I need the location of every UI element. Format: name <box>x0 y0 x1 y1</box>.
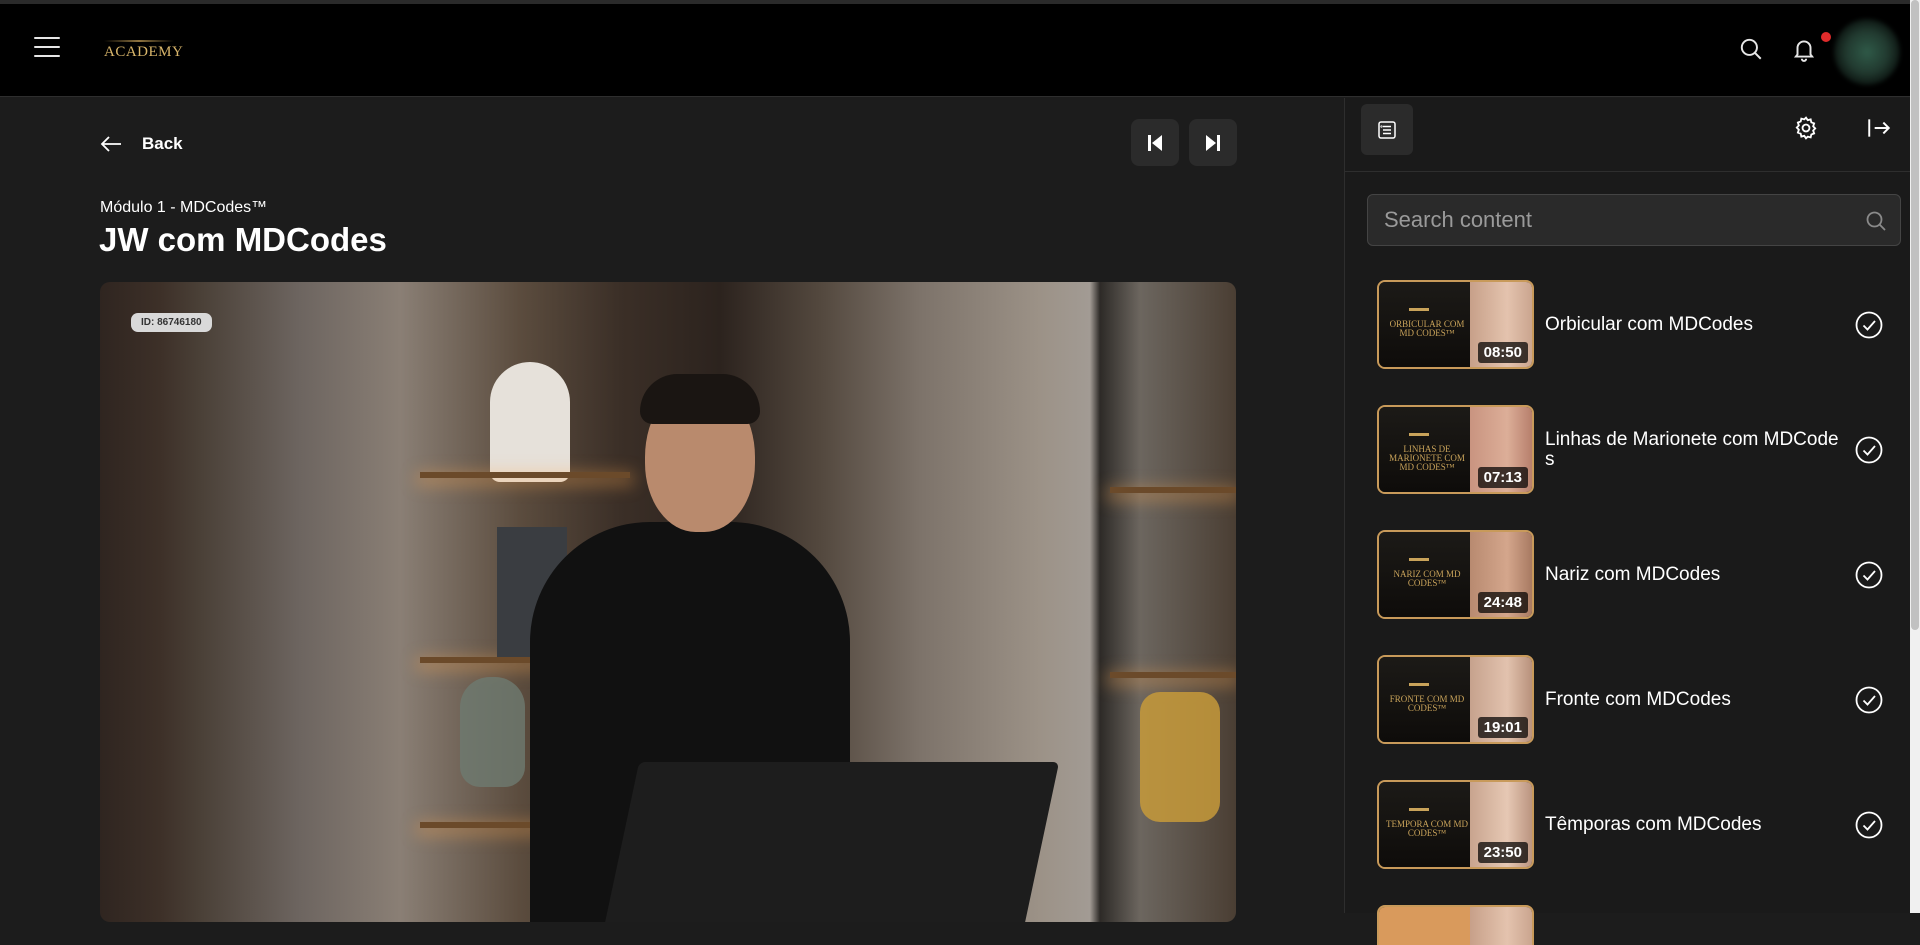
video-scene-deer <box>1140 692 1220 822</box>
lesson-thumbnail[interactable]: ORBICULAR COM MD CODES™ 08:50 <box>1377 280 1534 369</box>
gear-icon[interactable] <box>1793 115 1819 141</box>
lesson-duration: 23:50 <box>1477 842 1528 863</box>
bell-icon[interactable] <box>1791 36 1817 62</box>
video-scene-shelf <box>1110 487 1236 493</box>
lesson-title[interactable]: Nariz com MDCodes <box>1545 530 1845 619</box>
hamburger-menu-icon[interactable] <box>34 37 60 59</box>
back-button[interactable]: Back <box>100 134 183 154</box>
search-icon[interactable] <box>1864 209 1888 233</box>
lesson-list: ORBICULAR COM MD CODES™ 08:50 Orbicular … <box>1377 280 1897 945</box>
lesson-thumbnail[interactable]: NARIZ COM MD CODES™ 24:48 <box>1377 530 1534 619</box>
video-scene-vase <box>460 677 525 787</box>
lesson-duration: 19:01 <box>1477 717 1528 738</box>
arrow-left-icon <box>100 136 121 152</box>
collapse-sidebar-icon[interactable] <box>1866 115 1892 141</box>
lesson-item-partial[interactable] <box>1377 905 1897 945</box>
skip-next-icon <box>1206 134 1220 151</box>
lesson-duration: 07:13 <box>1477 467 1528 488</box>
completed-check-icon <box>1855 686 1883 714</box>
video-scene-statue <box>490 362 570 482</box>
video-scene-shelf <box>1110 672 1236 678</box>
video-scene-laptop <box>600 762 1060 922</box>
list-icon <box>1378 120 1396 139</box>
completed-check-icon <box>1855 311 1883 339</box>
lesson-item[interactable]: NARIZ COM MD CODES™ 24:48 Nariz com MDCo… <box>1377 530 1897 655</box>
lesson-title[interactable]: Têmporas com MDCodes <box>1545 780 1845 869</box>
lesson-thumbnail[interactable]: LINHAS DE MARIONETE COM MD CODES™ 07:13 <box>1377 405 1534 494</box>
academy-logo[interactable]: ACADEMY <box>104 40 183 61</box>
lesson-duration: 08:50 <box>1477 342 1528 363</box>
module-label: Módulo 1 - MDCodes™ <box>100 199 268 216</box>
thumbnail-caption: TEMPORA COM MD CODES™ <box>1385 819 1468 838</box>
user-avatar[interactable] <box>1834 19 1900 85</box>
lesson-duration: 24:48 <box>1477 592 1528 613</box>
lesson-title[interactable]: Orbicular com MDCodes <box>1545 280 1845 369</box>
lesson-item[interactable]: ORBICULAR COM MD CODES™ 08:50 Orbicular … <box>1377 280 1897 405</box>
completed-check-icon <box>1855 811 1883 839</box>
video-id-badge: ID: 86746180 <box>131 313 212 332</box>
lesson-title[interactable]: Fronte com MDCodes <box>1545 655 1845 744</box>
previous-lesson-button[interactable] <box>1131 119 1179 166</box>
completed-check-icon <box>1855 436 1883 464</box>
search-icon[interactable] <box>1738 36 1764 62</box>
search-content-input[interactable] <box>1368 195 1900 245</box>
lesson-item[interactable]: LINHAS DE MARIONETE COM MD CODES™ 07:13 … <box>1377 405 1897 530</box>
content-list-tab[interactable] <box>1361 104 1413 155</box>
lesson-thumbnail[interactable] <box>1377 905 1534 945</box>
lesson-thumbnail[interactable]: TEMPORA COM MD CODES™ 23:50 <box>1377 780 1534 869</box>
page-scrollbar-thumb[interactable] <box>1911 0 1919 630</box>
back-label: Back <box>142 134 183 153</box>
lesson-title: JW com MDCodes <box>99 221 387 258</box>
skip-previous-icon <box>1148 134 1162 151</box>
content-sidebar: ORBICULAR COM MD CODES™ 08:50 Orbicular … <box>1344 98 1911 945</box>
video-player[interactable]: ID: 86746180 <box>100 282 1236 922</box>
notification-dot <box>1821 32 1831 42</box>
lesson-item[interactable]: TEMPORA COM MD CODES™ 23:50 Têmporas com… <box>1377 780 1897 905</box>
lesson-item[interactable]: FRONTE COM MD CODES™ 19:01 Fronte com MD… <box>1377 655 1897 780</box>
next-lesson-button[interactable] <box>1189 119 1237 166</box>
logo-text: ACADEMY <box>104 44 184 60</box>
thumbnail-caption: NARIZ COM MD CODES™ <box>1393 569 1461 588</box>
thumbnail-caption: ORBICULAR COM MD CODES™ <box>1389 319 1465 338</box>
thumbnail-caption: FRONTE COM MD CODES™ <box>1389 694 1465 713</box>
search-content-field[interactable] <box>1367 194 1901 246</box>
lesson-title[interactable]: Linhas de Marionete com MDCodes <box>1545 405 1845 494</box>
sidebar-toolbar <box>1345 98 1911 172</box>
video-scene-presenter-hair <box>640 374 760 424</box>
completed-check-icon <box>1855 561 1883 589</box>
top-header: ACADEMY <box>0 4 1910 97</box>
lesson-main: Back Módulo 1 - MDCodes™ JW com MDCodes … <box>0 98 1344 922</box>
lesson-thumbnail[interactable]: FRONTE COM MD CODES™ 19:01 <box>1377 655 1534 744</box>
thumbnail-caption: LINHAS DE MARIONETE COM MD CODES™ <box>1389 444 1465 472</box>
video-scene-shelf <box>420 472 630 478</box>
